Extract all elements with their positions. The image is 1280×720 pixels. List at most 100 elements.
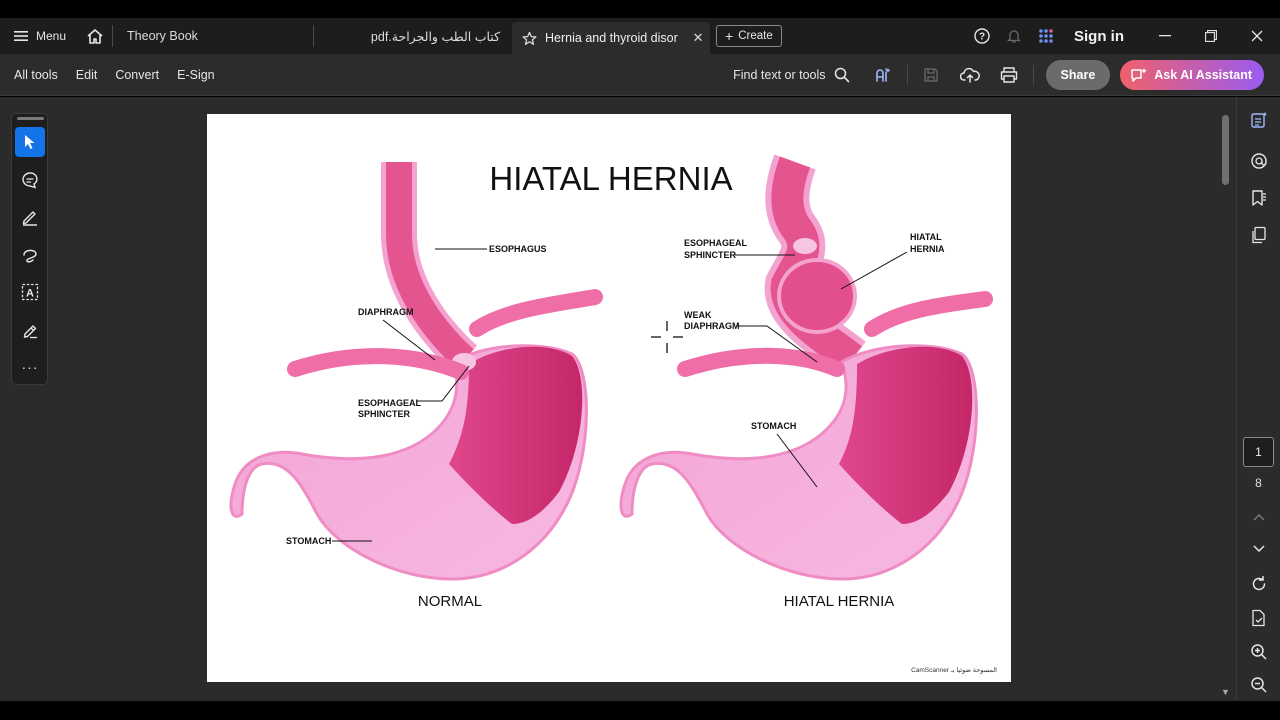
help-icon[interactable]: ?	[966, 18, 998, 54]
diagram-title: HIATAL HERNIA	[489, 160, 732, 197]
more-tools-button[interactable]: ···	[15, 352, 45, 382]
search-icon	[834, 67, 850, 83]
more-icon: ···	[21, 359, 39, 375]
label-weak-1: WEAK	[684, 310, 712, 320]
create-label: Create	[738, 30, 773, 42]
current-page-input[interactable]: 1	[1243, 437, 1274, 467]
hernia-stomach-diagram	[619, 154, 993, 581]
label-hernia-sphincter-2: SPHINCTER	[684, 250, 737, 260]
label-sphincter-1: ESOPHAGEAL	[358, 398, 422, 408]
ai-label: Ask AI Assistant	[1154, 68, 1252, 82]
cloud-upload-icon[interactable]	[951, 54, 990, 96]
comment-icon	[22, 172, 38, 189]
sign-tool-button[interactable]	[15, 315, 45, 345]
camscanner-watermark: CamScanner المسوحة ضوئيا بـ	[911, 666, 997, 674]
caption-hiatal-hernia: HIATAL HERNIA	[784, 593, 895, 610]
sign-in-button[interactable]: Sign in	[1062, 28, 1142, 45]
pen-icon	[22, 211, 37, 226]
pdf-page: HIATAL HERNIA ESOPHAGUS DIAPHRAGM ESOPHA…	[207, 114, 1011, 682]
normal-stomach-diagram	[229, 162, 603, 581]
bookmarks-icon[interactable]	[1247, 186, 1271, 210]
tab-arabic-book[interactable]: pdf.كتاب الطب والجراحة	[314, 18, 512, 54]
text-tool-button[interactable]: A	[15, 277, 45, 307]
draw-tool-button[interactable]	[15, 240, 45, 270]
close-window-icon[interactable]	[1234, 18, 1280, 54]
title-bar: Menu Theory Book pdf.كتاب الطب والجراحة …	[0, 18, 1280, 54]
print-icon[interactable]	[990, 54, 1029, 96]
divider	[906, 65, 908, 85]
comments-panel-icon[interactable]	[1247, 149, 1271, 173]
next-page-chevron-down-icon[interactable]	[1247, 537, 1271, 561]
label-esophagus: ESOPHAGUS	[489, 244, 547, 254]
restore-icon[interactable]	[1188, 18, 1234, 54]
menu-button[interactable]: Menu	[0, 18, 78, 54]
rotate-icon[interactable]	[1247, 572, 1271, 596]
label-hernia-sphincter-1: ESOPHAGEAL	[684, 238, 748, 248]
page-thumbnails-icon[interactable]	[1247, 223, 1271, 247]
star-icon[interactable]	[522, 31, 537, 46]
label-stomach-normal: STOMACH	[286, 536, 331, 546]
convert-button[interactable]: Convert	[115, 68, 159, 82]
menu-label: Menu	[36, 29, 67, 43]
label-hiatal-2: HERNIA	[910, 244, 945, 254]
quick-tools-rail: A ···	[11, 113, 48, 385]
svg-text:A: A	[26, 288, 34, 300]
document-viewer: A ··· HIATAL HERNIA ESOPHAGUS DIAPHRAGM …	[0, 97, 1280, 701]
notification-bell-icon[interactable]	[998, 18, 1030, 54]
ask-ai-assistant-button[interactable]: Ask AI Assistant	[1120, 60, 1264, 90]
vertical-scrollbar[interactable]: ▼	[1219, 109, 1233, 701]
label-stomach-hernia: STOMACH	[751, 421, 796, 431]
highlight-tool-button[interactable]	[15, 202, 45, 232]
crosshair-cursor-icon	[651, 321, 683, 353]
total-pages: 8	[1255, 476, 1262, 490]
right-panel-rail: 1 8	[1236, 97, 1280, 701]
tab-label: Hernia and thyroid disor...	[545, 31, 679, 45]
drag-handle[interactable]	[17, 117, 44, 120]
label-sphincter-2: SPHINCTER	[358, 409, 411, 419]
letterbox-bottom	[0, 701, 1280, 720]
hamburger-icon	[14, 31, 28, 41]
home-icon	[87, 28, 103, 44]
select-tool-button[interactable]	[15, 127, 45, 157]
signature-pen-icon	[23, 325, 37, 339]
comment-tool-button[interactable]	[15, 165, 45, 195]
ai-summary-icon[interactable]	[864, 54, 903, 96]
home-button[interactable]	[78, 18, 112, 54]
ai-notes-icon[interactable]	[1247, 108, 1271, 132]
share-button[interactable]: Share	[1045, 60, 1111, 90]
save-icon[interactable]	[912, 54, 951, 96]
text-box-icon: A	[21, 283, 39, 301]
plus-icon: +	[725, 28, 734, 44]
label-hiatal-1: HIATAL	[910, 232, 942, 242]
close-tab-icon[interactable]: ✕	[686, 30, 710, 46]
extract-page-icon[interactable]	[1247, 606, 1271, 630]
tab-theory-book[interactable]: Theory Book	[113, 18, 313, 54]
hiatal-hernia-illustration: HIATAL HERNIA ESOPHAGUS DIAPHRAGM ESOPHA…	[229, 154, 997, 674]
freehand-draw-icon	[23, 249, 37, 263]
find-label: Find text or tools	[733, 68, 826, 82]
find-text-or-tools[interactable]: Find text or tools	[733, 67, 850, 83]
previous-page-chevron-up-icon[interactable]	[1247, 505, 1271, 529]
zoom-out-icon[interactable]	[1247, 673, 1271, 697]
divider	[1032, 65, 1034, 85]
zoom-in-icon[interactable]	[1247, 640, 1271, 664]
label-diaphragm: DIAPHRAGM	[358, 307, 414, 317]
letterbox-top	[0, 0, 1280, 18]
tab-hernia-active[interactable]: Hernia and thyroid disor... ✕	[512, 22, 711, 54]
apps-grid-icon[interactable]	[1030, 18, 1062, 54]
scroll-thumb[interactable]	[1222, 115, 1229, 185]
tab-label: Theory Book	[127, 29, 198, 43]
main-toolbar: All tools Edit Convert E-Sign Find text …	[0, 54, 1280, 96]
label-weak-2: DIAPHRAGM	[684, 321, 740, 331]
scroll-down-arrow-icon[interactable]: ▼	[1221, 687, 1230, 697]
minimize-icon[interactable]	[1142, 18, 1188, 54]
cursor-arrow-icon	[25, 135, 35, 149]
create-button[interactable]: + Create	[716, 25, 782, 47]
svg-text:?: ?	[979, 32, 985, 43]
edit-button[interactable]: Edit	[76, 68, 98, 82]
ai-assistant-icon	[1131, 68, 1148, 82]
caption-normal: NORMAL	[418, 593, 482, 610]
all-tools-button[interactable]: All tools	[14, 68, 58, 82]
tab-label: pdf.كتاب الطب والجراحة	[370, 29, 501, 44]
esign-button[interactable]: E-Sign	[177, 68, 215, 82]
